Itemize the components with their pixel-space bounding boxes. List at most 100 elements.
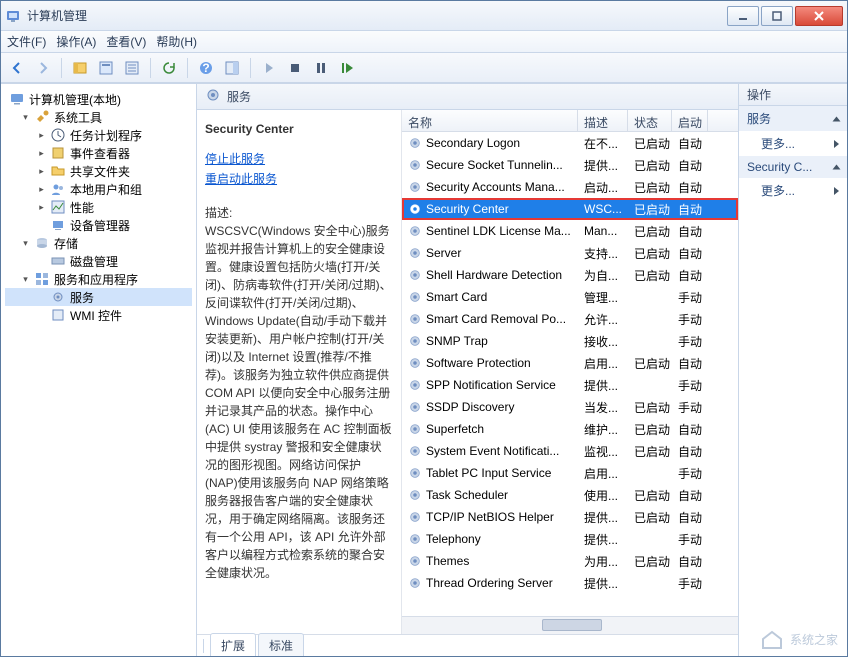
svc-stop-button[interactable] — [283, 56, 307, 80]
cell-start: 自动 — [672, 553, 708, 570]
tree-disk-management[interactable]: 磁盘管理 — [5, 252, 192, 270]
clock-icon — [50, 127, 66, 143]
service-row[interactable]: Server支持...已启动自动 — [402, 242, 738, 264]
tab-extended[interactable]: 扩展 — [210, 633, 256, 656]
col-description[interactable]: 描述 — [578, 110, 628, 131]
help-button[interactable]: ? — [194, 56, 218, 80]
actions-section-label: Security C... — [747, 160, 812, 174]
cell-status: 已启动 — [628, 355, 672, 372]
stop-service-link[interactable]: 停止此服务 — [205, 150, 265, 168]
tree-device-manager[interactable]: 设备管理器 — [5, 216, 192, 234]
expand-icon[interactable]: ▸ — [37, 185, 46, 194]
expand-icon[interactable]: ▸ — [37, 149, 46, 158]
service-row[interactable]: Shell Hardware Detection为自...已启动自动 — [402, 264, 738, 286]
menu-file[interactable]: 文件(F) — [7, 33, 46, 50]
result-header: 服务 — [197, 84, 738, 110]
folder-icon — [50, 163, 66, 179]
restart-service-link[interactable]: 重启动此服务 — [205, 170, 277, 188]
collapse-icon[interactable]: ▾ — [21, 239, 30, 248]
service-row[interactable]: Smart Card管理...手动 — [402, 286, 738, 308]
col-startup[interactable]: 启动 — [672, 110, 708, 131]
service-row[interactable]: Secure Socket Tunnelin...提供...已启动自动 — [402, 154, 738, 176]
gear-icon — [408, 290, 422, 304]
blank-icon — [37, 293, 46, 302]
show-hide-tree-button[interactable] — [68, 56, 92, 80]
actions-section-services[interactable]: 服务 — [739, 106, 847, 131]
expand-icon[interactable]: ▸ — [37, 203, 46, 212]
gear-icon — [408, 224, 422, 238]
cell-name: SPP Notification Service — [402, 378, 578, 392]
tree-shared-folders[interactable]: ▸ 共享文件夹 — [5, 162, 192, 180]
tree-wmi[interactable]: WMI 控件 — [5, 306, 192, 324]
nav-forward-button[interactable] — [31, 56, 55, 80]
action-pane-button[interactable] — [220, 56, 244, 80]
expand-icon[interactable]: ▸ — [37, 167, 46, 176]
tree-root[interactable]: 计算机管理(本地) — [5, 90, 192, 108]
cell-start: 自动 — [672, 179, 708, 196]
tree-services-apps[interactable]: ▾ 服务和应用程序 — [5, 270, 192, 288]
perf-icon — [50, 199, 66, 215]
main-body: 计算机管理(本地) ▾ 系统工具 ▸ 任务计划程序 ▸ 事件查看器 ▸ 共享文件… — [1, 83, 847, 656]
blank-icon — [37, 221, 46, 230]
grid-header[interactable]: 名称 描述 状态 启动 — [402, 110, 738, 132]
tab-separator — [203, 639, 204, 653]
cell-desc: 允许... — [578, 311, 628, 328]
service-row[interactable]: Thread Ordering Server提供...手动 — [402, 572, 738, 594]
service-row[interactable]: Security CenterWSC...已启动自动 — [402, 198, 738, 220]
scrollbar-thumb[interactable] — [542, 619, 602, 631]
tree-event-viewer[interactable]: ▸ 事件查看器 — [5, 144, 192, 162]
tree-task-scheduler[interactable]: ▸ 任务计划程序 — [5, 126, 192, 144]
service-row[interactable]: Tablet PC Input Service启用...手动 — [402, 462, 738, 484]
service-row[interactable]: SNMP Trap接收...手动 — [402, 330, 738, 352]
service-row[interactable]: Sentinel LDK License Ma...Man...已启动自动 — [402, 220, 738, 242]
service-row[interactable]: Telephony提供...手动 — [402, 528, 738, 550]
action-more-selected[interactable]: 更多... — [739, 178, 847, 203]
service-row[interactable]: Secondary Logon在不...已启动自动 — [402, 132, 738, 154]
cell-start: 手动 — [672, 377, 708, 394]
service-row[interactable]: TCP/IP NetBIOS Helper提供...已启动自动 — [402, 506, 738, 528]
tree-performance[interactable]: ▸ 性能 — [5, 198, 192, 216]
svc-restart-button[interactable] — [335, 56, 359, 80]
horizontal-scrollbar[interactable] — [402, 616, 738, 634]
nav-back-button[interactable] — [5, 56, 29, 80]
menu-action[interactable]: 操作(A) — [56, 33, 96, 50]
service-row[interactable]: Smart Card Removal Po...允许...手动 — [402, 308, 738, 330]
tree-label: 计算机管理(本地) — [29, 91, 121, 108]
action-more-services[interactable]: 更多... — [739, 131, 847, 156]
service-row[interactable]: Themes为用...已启动自动 — [402, 550, 738, 572]
minimize-button[interactable] — [727, 6, 759, 26]
tree-services[interactable]: 服务 — [5, 288, 192, 306]
service-row[interactable]: System Event Notificati...监视...已启动自动 — [402, 440, 738, 462]
expand-icon[interactable]: ▸ — [37, 131, 46, 140]
col-name[interactable]: 名称 — [402, 110, 578, 131]
actions-section-selected[interactable]: Security C... — [739, 156, 847, 178]
collapse-icon[interactable]: ▾ — [21, 113, 30, 122]
service-row[interactable]: Software Protection启用...已启动自动 — [402, 352, 738, 374]
result-pane: 服务 Security Center 停止此服务 重启动此服务 描述: WSCS… — [197, 84, 739, 656]
menu-help[interactable]: 帮助(H) — [156, 33, 197, 50]
cell-desc: 维护... — [578, 421, 628, 438]
grid-body[interactable]: Secondary Logon在不...已启动自动Secure Socket T… — [402, 132, 738, 616]
gear-icon — [408, 334, 422, 348]
tree-storage[interactable]: ▾ 存储 — [5, 234, 192, 252]
tree-local-users[interactable]: ▸ 本地用户和组 — [5, 180, 192, 198]
service-row[interactable]: SSDP Discovery当发...已启动手动 — [402, 396, 738, 418]
refresh-button[interactable] — [157, 56, 181, 80]
gear-icon — [50, 289, 66, 305]
menu-view[interactable]: 查看(V) — [106, 33, 146, 50]
collapse-icon[interactable]: ▾ — [21, 275, 30, 284]
svc-pause-button[interactable] — [309, 56, 333, 80]
close-button[interactable] — [795, 6, 843, 26]
tree-system-tools[interactable]: ▾ 系统工具 — [5, 108, 192, 126]
service-row[interactable]: Task Scheduler使用...已启动自动 — [402, 484, 738, 506]
properties-button[interactable] — [94, 56, 118, 80]
svc-start-button[interactable] — [257, 56, 281, 80]
service-row[interactable]: SPP Notification Service提供...手动 — [402, 374, 738, 396]
maximize-button[interactable] — [761, 6, 793, 26]
service-row[interactable]: Superfetch维护...已启动自动 — [402, 418, 738, 440]
service-row[interactable]: Security Accounts Mana...启动...已启动自动 — [402, 176, 738, 198]
console-tree[interactable]: 计算机管理(本地) ▾ 系统工具 ▸ 任务计划程序 ▸ 事件查看器 ▸ 共享文件… — [1, 84, 197, 656]
export-button[interactable] — [120, 56, 144, 80]
col-status[interactable]: 状态 — [628, 110, 672, 131]
tab-standard[interactable]: 标准 — [258, 633, 304, 656]
